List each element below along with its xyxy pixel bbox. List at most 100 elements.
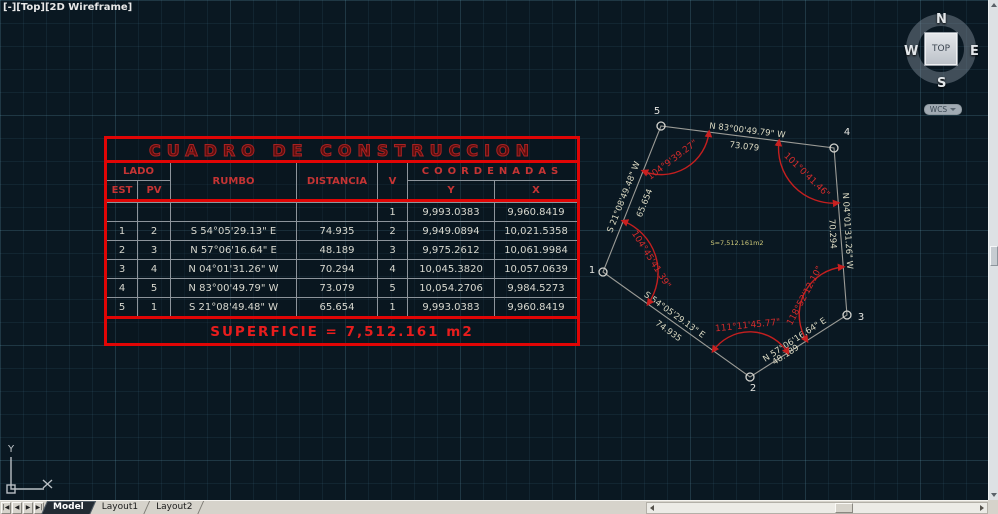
layout-tab-bar: |◀ ◀ ▶ ▶| Model Layout1 Layout2 xyxy=(0,500,998,514)
tab-nav-prev-button[interactable]: ◀ xyxy=(12,502,22,514)
cell-y: 10,054.2706 xyxy=(408,279,495,297)
cell-x: 9,960.8419 xyxy=(495,203,577,221)
tab-nav-next-button[interactable]: ▶ xyxy=(23,502,33,514)
vertex-label-1: 1 xyxy=(589,265,595,276)
table-title: CUADRO DE CONSTRUCCION xyxy=(107,139,577,163)
table-row: 1 2 S 54°05'29.13" E 74.935 2 9,949.0894… xyxy=(107,221,577,240)
cell-rumbo xyxy=(171,203,297,221)
cell-pv: 3 xyxy=(138,241,171,259)
table-row: 2 3 N 57°06'16.64" E 48.189 3 9,975.2612… xyxy=(107,240,577,259)
area-label: S=7,512.161m2 xyxy=(710,239,763,247)
tab-layout1[interactable]: Layout1 xyxy=(93,501,147,514)
viewcube-east[interactable]: E xyxy=(970,44,979,59)
chevron-down-icon xyxy=(950,108,956,111)
viewcube-north[interactable]: N xyxy=(936,12,947,27)
scroll-left-icon[interactable] xyxy=(650,505,654,511)
cell-v: 1 xyxy=(378,203,408,221)
cell-v: 1 xyxy=(378,298,408,316)
cell-est: 1 xyxy=(107,222,138,240)
cell-distancia: 74.935 xyxy=(297,222,378,240)
table-row: 5 1 S 21°08'49.48" W 65.654 1 9,993.0383… xyxy=(107,297,577,316)
edge43-distance: 70.294 xyxy=(826,219,838,249)
cell-distancia: 70.294 xyxy=(297,260,378,278)
header-pv: PV xyxy=(138,181,171,199)
tab-layout1-label: Layout1 xyxy=(102,502,138,512)
scroll-up-icon[interactable] xyxy=(991,3,997,7)
cell-x: 9,960.8419 xyxy=(495,298,577,316)
header-x: X xyxy=(495,181,577,199)
angle-label-v4: 101°0'41.46" xyxy=(781,151,831,200)
cell-x: 10,061.9984 xyxy=(495,241,577,259)
cell-v: 2 xyxy=(378,222,408,240)
ucs-y-label: Y xyxy=(7,444,15,455)
cell-rumbo: N 83°00'49.79" W xyxy=(171,279,297,297)
horizontal-scrollbar-thumb[interactable] xyxy=(835,503,853,513)
header-rumbo: RUMBO xyxy=(171,163,297,199)
ucs-icon xyxy=(7,457,52,493)
cell-v: 4 xyxy=(378,260,408,278)
cell-pv: 5 xyxy=(138,279,171,297)
angle-label-v1: 104°45'41.39" xyxy=(629,230,672,291)
cell-distancia: 73.079 xyxy=(297,279,378,297)
scroll-right-icon[interactable] xyxy=(980,505,984,511)
cell-est xyxy=(107,203,138,221)
edge15-distance: 65.654 xyxy=(635,188,655,219)
cell-pv xyxy=(138,203,171,221)
cell-x: 10,021.5358 xyxy=(495,222,577,240)
cell-y: 9,993.0383 xyxy=(408,298,495,316)
cell-rumbo: N 04°01'31.26" W xyxy=(171,260,297,278)
vertical-scrollbar[interactable] xyxy=(988,0,998,500)
table-row: 1 9,993.0383 9,960.8419 xyxy=(107,202,577,221)
tab-model-label: Model xyxy=(53,502,84,512)
tab-model[interactable]: Model xyxy=(44,501,93,514)
viewcube[interactable]: N S W E TOP xyxy=(898,6,986,96)
cell-est: 3 xyxy=(107,260,138,278)
horizontal-scrollbar[interactable] xyxy=(646,502,988,514)
header-lado: LADO xyxy=(107,163,171,181)
cell-pv: 2 xyxy=(138,222,171,240)
superficie-label: SUPERFICIE = 7,512.161 m2 xyxy=(107,316,577,343)
cell-distancia: 65.654 xyxy=(297,298,378,316)
cell-distancia xyxy=(297,203,378,221)
cell-y: 9,975.2612 xyxy=(408,241,495,259)
edge54-bearing: N 83°00'49.79" W xyxy=(709,121,787,140)
scroll-down-icon[interactable] xyxy=(991,493,997,497)
cell-rumbo: S 54°05'29.13" E xyxy=(171,222,297,240)
cell-y: 9,993.0383 xyxy=(408,203,495,221)
cell-pv: 1 xyxy=(138,298,171,316)
tab-nav-first-button[interactable]: |◀ xyxy=(1,502,11,514)
cell-est: 5 xyxy=(107,298,138,316)
header-est: EST xyxy=(107,181,138,199)
table-row: 4 5 N 83°00'49.79" W 73.079 5 10,054.270… xyxy=(107,278,577,297)
viewcube-top-face[interactable]: TOP xyxy=(925,33,957,65)
vertex-label-4: 4 xyxy=(844,127,850,138)
cell-est: 2 xyxy=(107,241,138,259)
cell-v: 3 xyxy=(378,241,408,259)
edge15-bearing: S 21°08'49.48" W xyxy=(606,160,643,235)
header-coordenadas: COORDENADAS xyxy=(408,163,577,181)
table-row: 3 4 N 04°01'31.26" W 70.294 4 10,045.382… xyxy=(107,259,577,278)
wcs-label: WCS xyxy=(930,105,947,114)
wcs-dropdown[interactable]: WCS xyxy=(924,104,962,115)
viewcube-south[interactable]: S xyxy=(937,76,946,91)
edge43-bearing: N 04°01'31.26" W xyxy=(840,192,855,270)
header-v: V xyxy=(378,163,408,199)
cell-pv: 4 xyxy=(138,260,171,278)
cell-y: 10,045.3820 xyxy=(408,260,495,278)
header-distancia: DISTANCIA xyxy=(297,163,378,199)
viewcube-west[interactable]: W xyxy=(904,44,918,59)
vertex-label-2: 2 xyxy=(750,383,756,394)
table-header: LADO EST PV RUMBO DISTANCIA V COORDENADA… xyxy=(107,163,577,202)
cell-y: 9,949.0894 xyxy=(408,222,495,240)
edge54-distance: 73.079 xyxy=(729,140,760,154)
cell-est: 4 xyxy=(107,279,138,297)
vertical-scrollbar-thumb[interactable] xyxy=(990,246,998,266)
tab-layout2[interactable]: Layout2 xyxy=(147,501,201,514)
construction-table: CUADRO DE CONSTRUCCION LADO EST PV RUMBO… xyxy=(104,136,580,346)
cell-x: 10,057.0639 xyxy=(495,260,577,278)
cell-v: 5 xyxy=(378,279,408,297)
cell-x: 9,984.5273 xyxy=(495,279,577,297)
vertex-label-3: 3 xyxy=(858,312,864,323)
autocad-window: [-][Top][2D Wireframe] 1 2 3 4 5 N 83°00… xyxy=(0,0,998,514)
header-y: Y xyxy=(408,181,495,199)
